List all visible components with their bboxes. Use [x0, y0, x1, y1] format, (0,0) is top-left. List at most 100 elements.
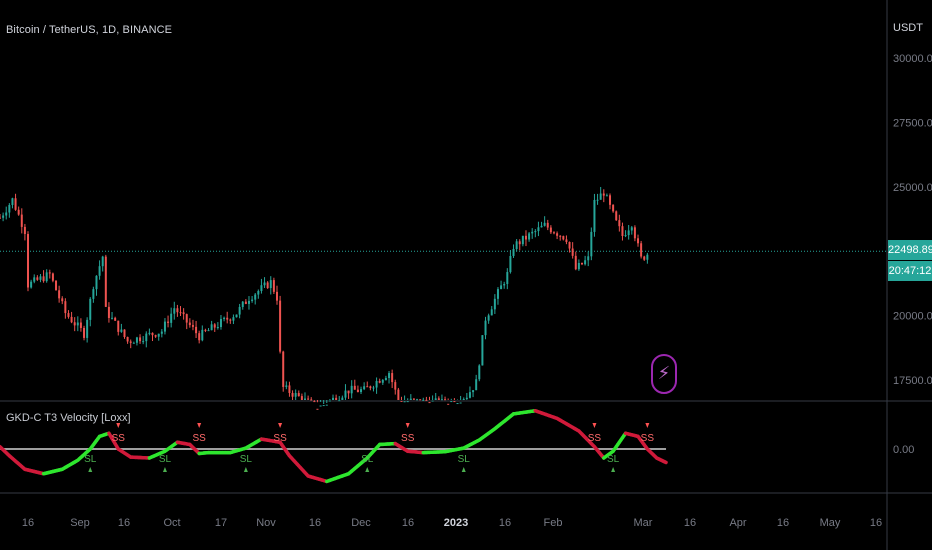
candle-body	[615, 211, 618, 221]
candle-body	[294, 393, 297, 397]
long-signal-label: SL	[607, 454, 620, 465]
time-tick-label: 16	[499, 517, 511, 529]
candle-body	[154, 335, 157, 337]
candle-body	[64, 301, 67, 314]
candle-body	[384, 378, 387, 380]
candle-body	[92, 289, 95, 299]
candle-body	[5, 212, 8, 216]
candle-body	[381, 379, 384, 383]
short-signal-arrow	[278, 423, 283, 428]
candle-body	[45, 272, 48, 282]
candle-body	[587, 256, 590, 261]
candle-body	[344, 390, 347, 398]
price-axis[interactable]: 30000.0027500.0025000.0022500.0020000.00…	[893, 53, 932, 387]
candle-body	[453, 401, 456, 403]
candle-body	[27, 234, 30, 288]
candle-body	[89, 298, 92, 320]
candle-body	[260, 285, 263, 292]
candle-body	[409, 398, 412, 400]
price-tick-label: 25000.00	[893, 182, 932, 194]
candle-body	[254, 294, 257, 300]
candle-body	[602, 193, 605, 196]
candle-body	[360, 389, 363, 393]
candle-body	[475, 379, 478, 391]
candle-body	[157, 333, 160, 337]
chart-canvas[interactable]: 30000.0027500.0025000.0022500.0020000.00…	[0, 0, 932, 550]
candle-body	[500, 285, 503, 290]
candle-body	[328, 400, 331, 402]
price-tick-label: 20000.00	[893, 311, 932, 323]
candle-body	[447, 403, 450, 405]
candle-body	[14, 198, 17, 210]
candle-body	[630, 227, 633, 231]
time-tick-label: Oct	[163, 517, 180, 529]
candle-body	[350, 385, 353, 394]
candle-body	[195, 326, 198, 334]
candle-body	[73, 322, 76, 326]
candle-body	[388, 373, 391, 379]
candle-body	[577, 262, 580, 270]
candle-body	[391, 373, 394, 383]
candle-body	[244, 301, 247, 304]
candle-body	[487, 315, 490, 321]
velocity-line-segment	[662, 460, 668, 465]
candle-body	[117, 320, 120, 332]
candle-body	[173, 308, 176, 314]
candle-body	[481, 335, 484, 366]
indicator-axis[interactable]: 0.00	[893, 444, 914, 456]
candle-body	[148, 332, 151, 334]
candle-body	[537, 227, 540, 232]
candle-body	[191, 325, 194, 327]
candle-body	[618, 220, 621, 227]
candle-body	[515, 241, 518, 249]
candle-body	[285, 385, 288, 387]
candle-body	[375, 380, 378, 388]
candle-body	[67, 313, 70, 317]
candle-body	[30, 281, 33, 288]
candle-body	[142, 341, 145, 343]
candle-body	[518, 241, 521, 245]
candle-body	[123, 329, 126, 337]
indicator-tick-label: 0.00	[893, 444, 914, 456]
candle-body	[546, 222, 549, 228]
time-tick-label: Feb	[544, 517, 563, 529]
candle-body	[624, 235, 627, 237]
candle-body	[347, 390, 350, 394]
candle-body	[86, 319, 89, 338]
time-axis[interactable]: 16 Sep 16 Oct 17 Nov 16 Dec 16 2023 16 Feb Mar 16 Apr 1…	[22, 517, 882, 529]
candle-body	[235, 314, 238, 318]
candle-body	[307, 398, 310, 400]
candle-body	[291, 392, 294, 397]
lightning-bolt-icon[interactable]: ⚡	[651, 354, 677, 394]
symbol-title[interactable]: Bitcoin / TetherUS, 1D, BINANCE	[6, 24, 172, 36]
candle-body	[139, 337, 142, 342]
time-tick-label: Nov	[256, 517, 276, 529]
candle-body	[338, 400, 341, 402]
time-tick-label: 16	[309, 517, 321, 529]
time-tick-label: Mar	[634, 517, 653, 529]
candle-body	[437, 398, 440, 400]
candle-body	[0, 217, 1, 219]
candle-body	[571, 248, 574, 256]
candle-body	[556, 233, 559, 236]
indicator-title[interactable]: GKD-C T3 Velocity [Loxx]	[6, 412, 131, 424]
candle-body	[363, 386, 366, 390]
price-grid	[0, 0, 932, 550]
candle-body	[8, 204, 11, 213]
candle-body	[468, 392, 471, 398]
candle-body	[216, 327, 219, 329]
currency-label: USDT	[893, 22, 923, 34]
candle-body	[126, 336, 129, 342]
time-tick-label: Apr	[729, 517, 746, 529]
candle-body	[549, 227, 552, 233]
short-signal-label: SS	[641, 433, 655, 444]
candle-body	[596, 199, 599, 201]
candle-body	[559, 235, 562, 237]
candle-body	[198, 333, 201, 341]
candle-body	[247, 300, 250, 304]
candle-body	[444, 399, 447, 401]
candle-body	[403, 401, 406, 403]
long-signal-label: SL	[458, 454, 471, 465]
candle-body	[223, 317, 226, 320]
candle-body	[98, 266, 101, 276]
